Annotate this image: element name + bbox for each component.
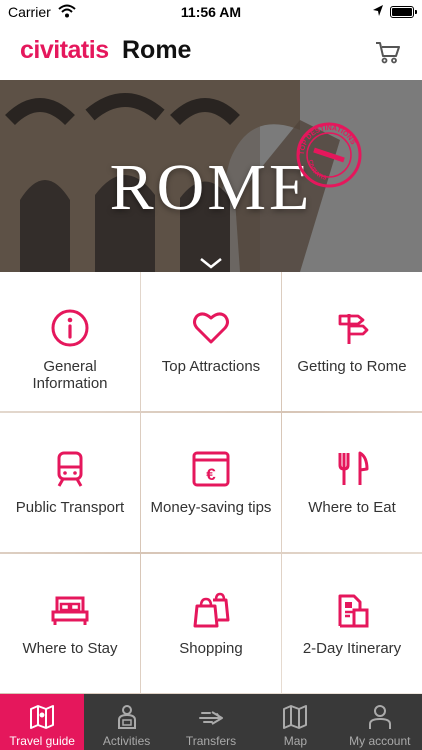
tile-label: Where to Eat	[308, 499, 396, 516]
status-bar: Carrier 11:56 AM	[0, 0, 422, 24]
tab-transfers[interactable]: Transfers	[169, 694, 253, 750]
tab-travel-guide[interactable]: Travel guide	[0, 694, 85, 750]
tile-label: Shopping	[179, 640, 243, 657]
app-header: civitatis Rome	[0, 24, 422, 80]
activities-icon	[117, 705, 136, 729]
tab-label: Map	[283, 734, 308, 748]
tab-map[interactable]: Map	[253, 694, 337, 750]
tile-general-information[interactable]: General Information	[0, 272, 140, 411]
tile-getting-to-rome[interactable]: Getting to Rome	[282, 272, 422, 411]
transfers-icon	[198, 711, 223, 725]
tile-where-to-eat[interactable]: Where to Eat	[282, 413, 422, 552]
tile-label: Public Transport	[15, 499, 125, 516]
tile-where-to-stay[interactable]: Where to Stay	[0, 554, 140, 693]
tab-my-account[interactable]: My account	[338, 694, 422, 750]
top-destinations-stamp-icon: TOP DESTINATIONS CIVITATIS	[296, 122, 362, 188]
euro-icon: €	[192, 451, 230, 487]
cart-icon[interactable]	[374, 38, 402, 66]
page-title: Rome	[122, 36, 192, 64]
hero-banner: ROME TOP DESTINATIONS CIVITATIS	[0, 80, 422, 272]
user-icon	[368, 705, 391, 729]
tab-label: Travel guide	[9, 734, 75, 748]
tile-label: Where to Stay	[22, 640, 118, 657]
battery-icon	[390, 6, 417, 18]
map-guide-icon	[30, 705, 55, 729]
signpost-icon	[338, 314, 369, 344]
heart-icon	[193, 312, 229, 344]
tab-label: Activities	[102, 734, 151, 748]
clock: 11:56 AM	[180, 4, 242, 20]
tab-bar: Travel guide Activities Transfers Map My…	[0, 694, 422, 750]
svg-text:€: €	[206, 465, 216, 484]
tile-label: General Information	[32, 358, 108, 392]
tab-label: My account	[349, 734, 411, 748]
tile-label: 2-Day Itinerary	[302, 640, 402, 657]
tile-2-day-itinerary[interactable]: 2-Day Itinerary	[282, 554, 422, 693]
tile-shopping[interactable]: Shopping	[141, 554, 281, 693]
tile-label: Getting to Rome	[297, 358, 407, 375]
tile-public-transport[interactable]: Public Transport	[0, 413, 140, 552]
shopping-bags-icon	[193, 592, 230, 628]
train-icon	[57, 451, 83, 487]
guide-grid: General Information Top Attractions Gett…	[0, 272, 422, 694]
bed-icon	[51, 596, 89, 625]
info-icon	[51, 309, 89, 347]
map-icon	[283, 705, 308, 729]
chevron-down-icon[interactable]	[199, 257, 223, 269]
location-arrow-icon	[373, 5, 383, 16]
tile-top-attractions[interactable]: Top Attractions	[141, 272, 281, 411]
tile-label: Money-saving tips	[150, 499, 272, 516]
tab-label: Transfers	[185, 734, 237, 748]
itinerary-icon	[338, 594, 369, 628]
tab-activities[interactable]: Activities	[84, 694, 168, 750]
fork-knife-icon	[338, 451, 369, 485]
tile-label: Top Attractions	[161, 358, 261, 375]
brand-logo[interactable]: civitatis	[20, 36, 109, 65]
tile-money-saving-tips[interactable]: € Money-saving tips	[141, 413, 281, 552]
